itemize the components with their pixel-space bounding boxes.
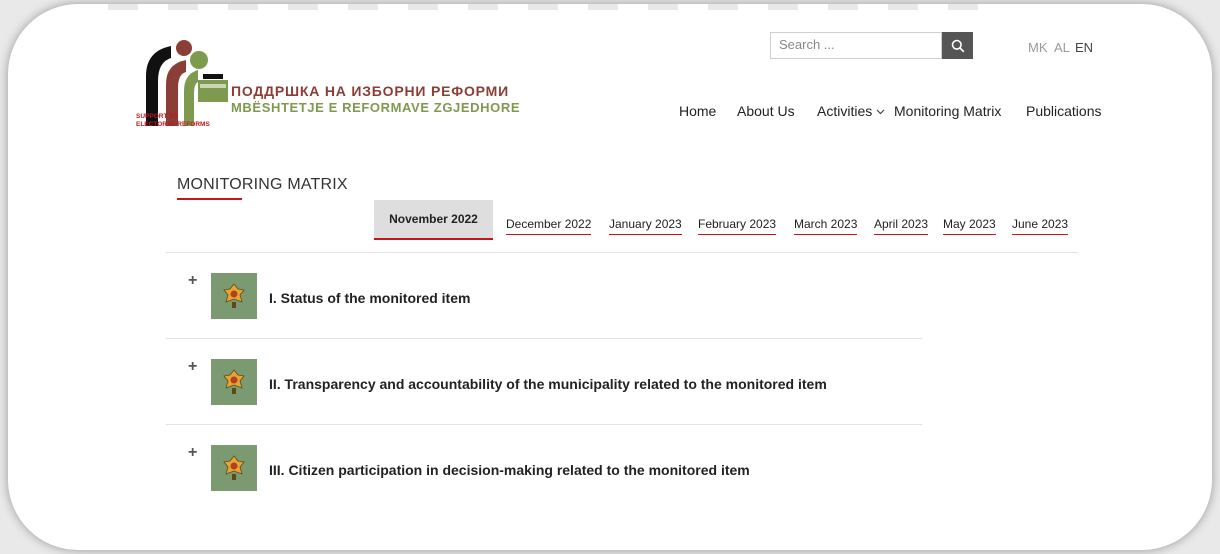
tab-april-2023[interactable]: April 2023 <box>874 217 929 235</box>
logo-small-text-1: SUPPORT TO <box>136 113 179 120</box>
tab-february-2023[interactable]: February 2023 <box>698 217 777 235</box>
nav-monitoring-matrix[interactable]: Monitoring Matrix <box>894 103 1001 119</box>
nav-activities[interactable]: Activities <box>817 103 885 119</box>
top-toolbar-strip <box>108 4 1008 10</box>
search-button[interactable] <box>942 32 973 59</box>
expand-icon[interactable]: + <box>188 444 197 462</box>
accordion-section-2[interactable]: + II. Transparency and accountability of… <box>188 358 948 408</box>
lang-en[interactable]: EN <box>1075 40 1093 55</box>
page-title: MONITORING MATRIX <box>177 176 348 193</box>
nav-publications[interactable]: Publications <box>1026 103 1102 119</box>
browser-frame: SUPPORT TO ELECTORAL REFORMS ПОДДРШКА НА… <box>8 4 1212 550</box>
nav-activities-label: Activities <box>817 103 873 119</box>
emblem-icon <box>211 445 257 491</box>
nav-about-us[interactable]: About Us <box>737 103 795 119</box>
chevron-down-icon <box>876 109 885 115</box>
section-divider <box>166 338 922 339</box>
logo-text-mk: ПОДДРШКА НА ИЗБОРНИ РЕФОРМИ <box>231 83 509 99</box>
tab-may-2023[interactable]: May 2023 <box>943 217 996 235</box>
search-input[interactable]: Search ... <box>770 32 942 59</box>
section-title[interactable]: I. Status of the monitored item <box>269 290 470 306</box>
nav-home[interactable]: Home <box>679 103 716 119</box>
title-underline <box>177 198 242 200</box>
emblem-icon <box>211 359 257 405</box>
tab-june-2023[interactable]: June 2023 <box>1012 217 1069 235</box>
expand-icon[interactable]: + <box>188 358 197 376</box>
emblem-icon <box>211 273 257 319</box>
logo-small-text-2: ELECTORAL REFORMS <box>136 121 210 128</box>
tab-march-2023[interactable]: March 2023 <box>794 217 858 235</box>
accordion-section-3[interactable]: + III. Citizen participation in decision… <box>188 444 948 494</box>
tab-november-2022[interactable]: November 2022 <box>374 200 493 240</box>
lang-mk[interactable]: MK <box>1028 40 1048 55</box>
section-divider <box>166 252 1078 253</box>
accordion-section-1[interactable]: + I. Status of the monitored item <box>188 272 948 322</box>
tab-december-2022[interactable]: December 2022 <box>506 217 592 235</box>
tab-january-2023[interactable]: January 2023 <box>609 217 682 235</box>
section-divider <box>166 424 922 425</box>
search-icon <box>951 39 964 52</box>
site-logo[interactable]: SUPPORT TO ELECTORAL REFORMS ПОДДРШКА НА… <box>136 36 520 146</box>
expand-icon[interactable]: + <box>188 272 197 290</box>
section-title[interactable]: II. Transparency and accountability of t… <box>269 376 827 392</box>
section-title[interactable]: III. Citizen participation in decision-m… <box>269 462 750 478</box>
logo-text-al: MBËSHTETJE E REFORMAVE ZGJEDHORE <box>231 100 521 115</box>
lang-al[interactable]: AL <box>1054 40 1070 55</box>
